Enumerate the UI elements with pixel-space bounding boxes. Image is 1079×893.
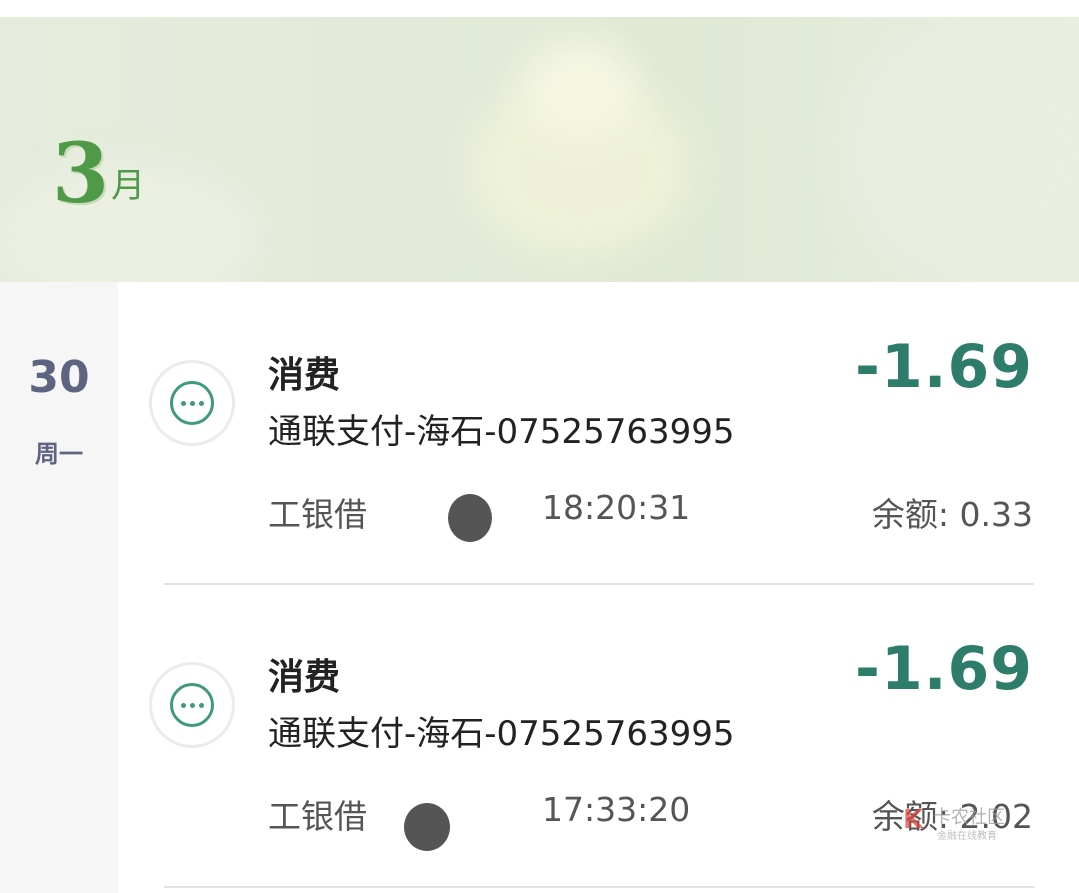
weekday-label: 周一 — [35, 440, 83, 468]
more-horizontal-circle-icon — [149, 360, 235, 446]
transaction-time: 17:33:20 — [542, 790, 691, 829]
transaction-amount: -1.69 — [855, 634, 1033, 704]
status-spacer — [0, 0, 1079, 17]
transaction-type: 消费 — [268, 355, 341, 396]
transaction-balance: 余额: 0.33 — [871, 495, 1033, 534]
watermark: K 卡农社区 金融在线教育 — [903, 803, 1033, 843]
month-banner: 3 月 — [0, 17, 1079, 282]
watermark-title: 卡农社区 — [933, 807, 1005, 828]
banner-leaf-decoration — [840, 17, 1079, 282]
transaction-card: 工银借 — [268, 495, 367, 534]
transaction-merchant: 通联支付-海石-07525763995 — [268, 714, 735, 754]
transaction-item[interactable]: 消费 通联支付-海石-07525763995 -1.69 工银借 18:20:3… — [118, 282, 1079, 584]
month-unit: 月 — [111, 166, 146, 206]
transaction-amount: -1.69 — [855, 332, 1033, 402]
more-horizontal-circle-icon — [149, 662, 235, 748]
transaction-card: 工银借 — [268, 797, 367, 836]
transaction-merchant: 通联支付-海石-07525763995 — [268, 412, 735, 452]
transaction-time: 18:20:31 — [542, 488, 691, 527]
month-number: 3 — [52, 126, 110, 222]
transaction-type: 消费 — [268, 657, 341, 698]
day-number: 30 — [28, 352, 90, 403]
divider — [164, 886, 1034, 888]
month-label: 3 月 — [52, 105, 145, 215]
watermark-subtitle: 金融在线教育 — [937, 831, 997, 842]
banner-leaf-decoration — [520, 37, 640, 137]
watermark-logo-icon: K — [903, 805, 924, 835]
redaction-mark — [448, 494, 492, 542]
redaction-mark — [404, 803, 450, 851]
